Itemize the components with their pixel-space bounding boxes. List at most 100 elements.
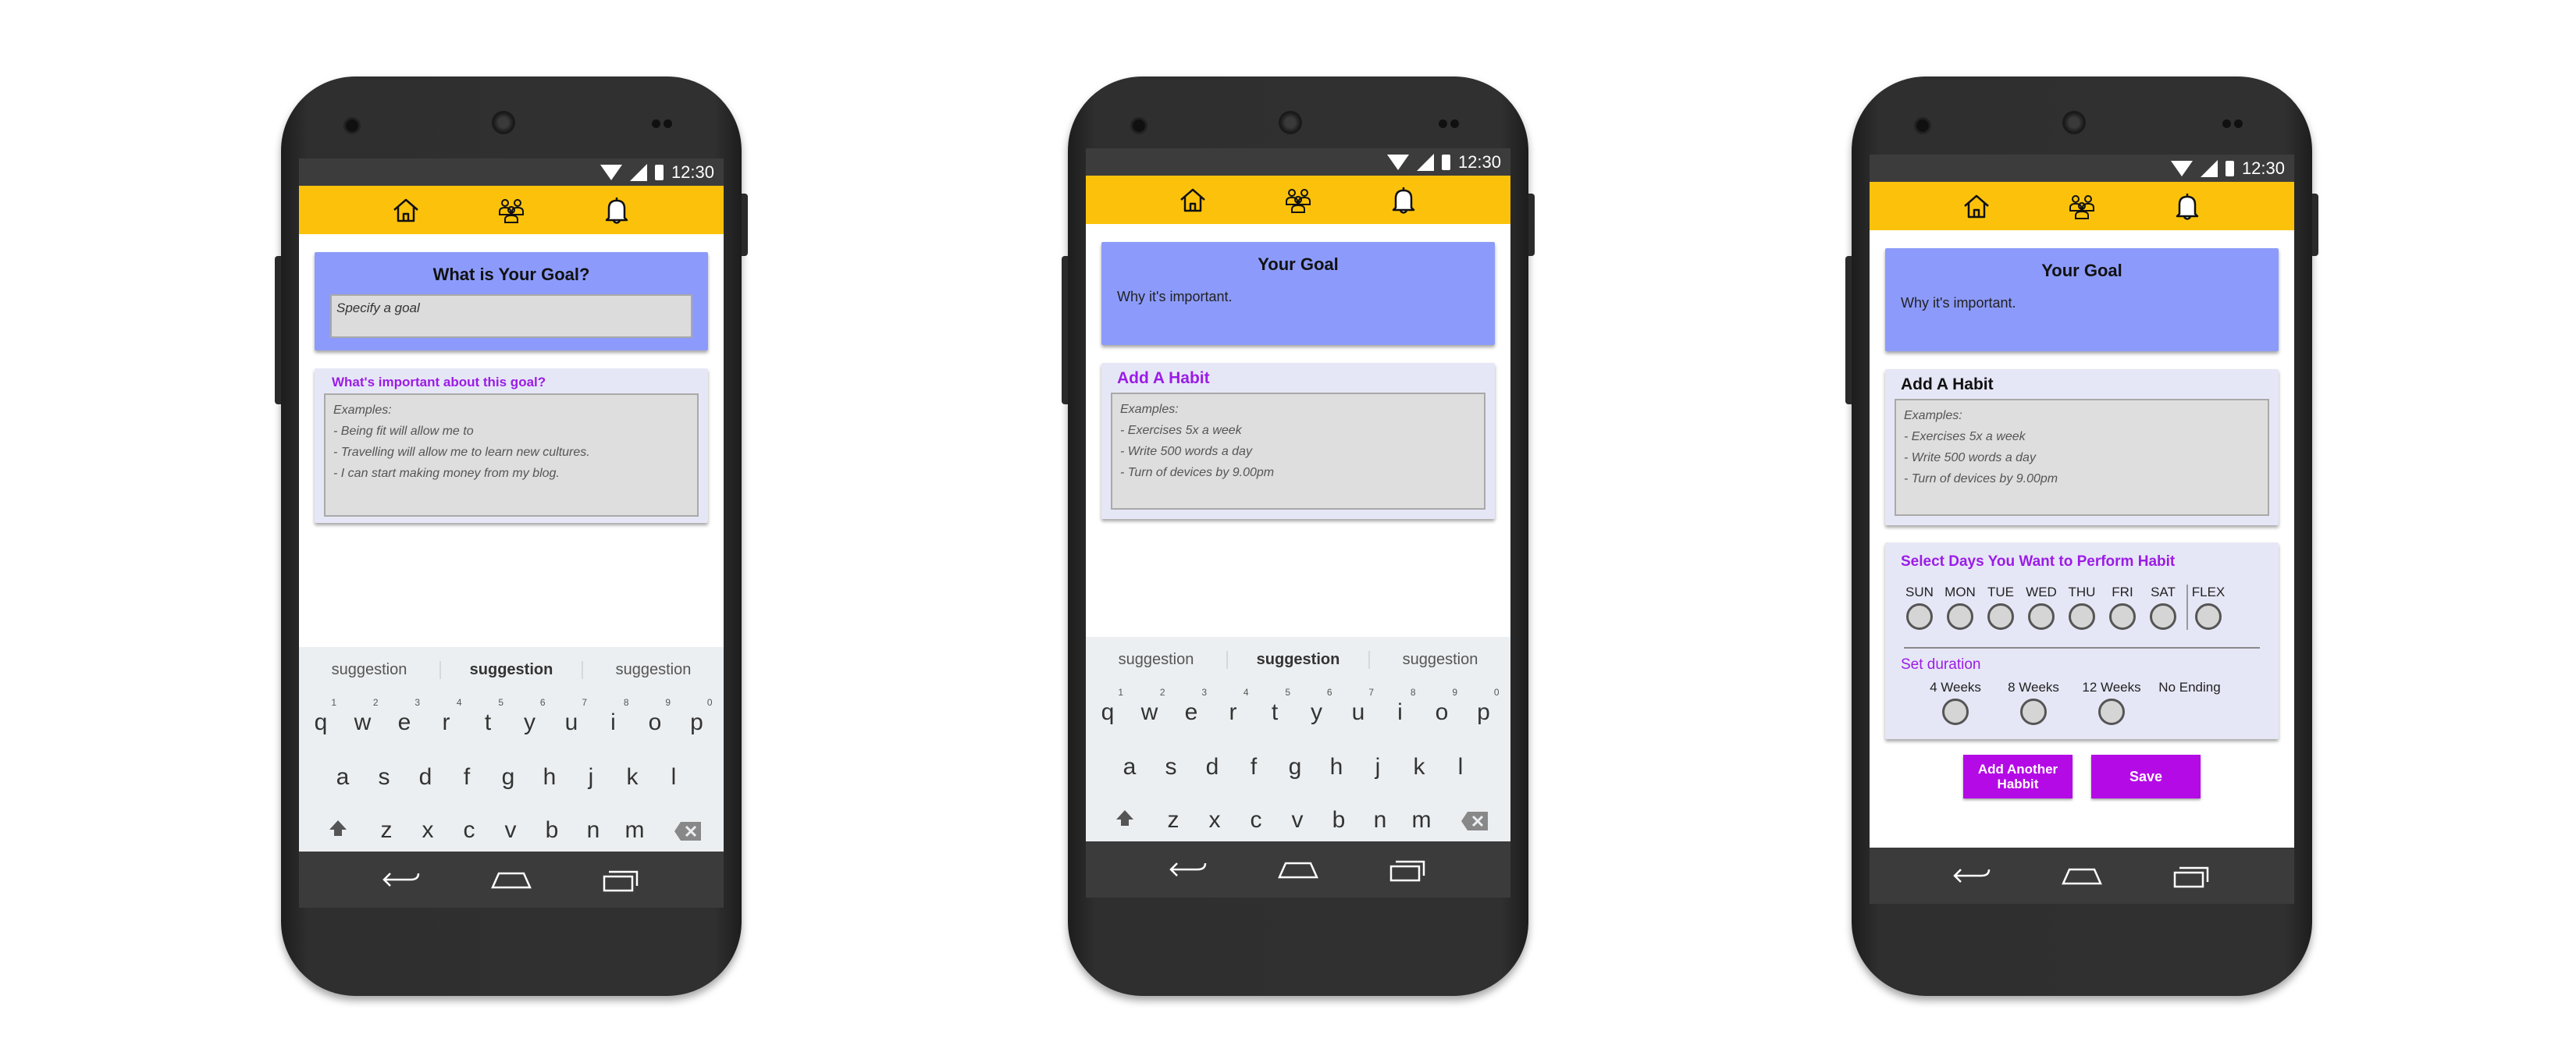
day-option-sun[interactable]: SUN bbox=[1902, 585, 1937, 630]
key-v[interactable]: v bbox=[495, 817, 526, 844]
day-radio[interactable] bbox=[1906, 603, 1933, 630]
key-q[interactable]: q1 bbox=[1092, 687, 1123, 726]
key-n[interactable]: n bbox=[1364, 807, 1396, 834]
key-h[interactable]: h bbox=[1321, 754, 1352, 781]
suggestion-right[interactable]: suggestion bbox=[583, 661, 724, 679]
duration-option-4-weeks[interactable]: 4 Weeks bbox=[1916, 680, 1994, 725]
people-group-icon[interactable] bbox=[1283, 184, 1314, 215]
home-icon[interactable] bbox=[1177, 184, 1208, 215]
suggestion-center[interactable]: suggestion bbox=[1226, 650, 1370, 669]
key-z[interactable]: z bbox=[1158, 807, 1189, 834]
key-o[interactable]: o9 bbox=[639, 697, 671, 736]
key-j[interactable]: j bbox=[1362, 754, 1393, 781]
key-y[interactable]: y6 bbox=[1301, 687, 1332, 726]
key-i[interactable]: i8 bbox=[1385, 687, 1415, 726]
key-m[interactable]: m bbox=[1406, 807, 1437, 834]
key-f[interactable]: f bbox=[451, 764, 482, 791]
backspace-icon[interactable] bbox=[672, 820, 703, 848]
key-l[interactable]: l bbox=[658, 764, 689, 791]
add-another-habit-button[interactable]: Add Another Habbit bbox=[1963, 755, 2073, 798]
save-button[interactable]: Save bbox=[2091, 755, 2201, 798]
people-group-icon[interactable] bbox=[2066, 190, 2097, 222]
day-option-tue[interactable]: TUE bbox=[1984, 585, 2018, 630]
duration-radio[interactable] bbox=[1942, 699, 1969, 725]
key-i[interactable]: i8 bbox=[598, 697, 628, 736]
day-radio[interactable] bbox=[2109, 603, 2136, 630]
key-e[interactable]: e3 bbox=[389, 697, 420, 736]
day-option-fri[interactable]: FRI bbox=[2105, 585, 2140, 630]
duration-option-8-weeks[interactable]: 8 Weeks bbox=[1994, 680, 2073, 725]
key-p[interactable]: p0 bbox=[1468, 687, 1499, 726]
back-icon[interactable] bbox=[379, 866, 423, 894]
back-icon[interactable] bbox=[1950, 862, 1994, 890]
home-nav-icon[interactable] bbox=[489, 866, 533, 894]
key-p[interactable]: p0 bbox=[681, 697, 712, 736]
key-k[interactable]: k bbox=[617, 764, 648, 791]
key-h[interactable]: h bbox=[534, 764, 565, 791]
goal-input[interactable]: Specify a goal bbox=[330, 294, 692, 338]
key-m[interactable]: m bbox=[619, 817, 650, 844]
key-e[interactable]: e3 bbox=[1176, 687, 1207, 726]
suggestion-left[interactable]: suggestion bbox=[1086, 651, 1226, 669]
duration-option-12-weeks[interactable]: 12 Weeks bbox=[2073, 680, 2151, 725]
day-radio[interactable] bbox=[2028, 603, 2055, 630]
day-option-sat[interactable]: SAT bbox=[2146, 585, 2180, 630]
day-option-flex[interactable]: FLEX bbox=[2186, 585, 2226, 630]
duration-radio[interactable] bbox=[2098, 699, 2125, 725]
suggestion-right[interactable]: suggestion bbox=[1370, 651, 1510, 669]
key-r[interactable]: r4 bbox=[431, 697, 462, 736]
key-g[interactable]: g bbox=[493, 764, 524, 791]
key-w[interactable]: w2 bbox=[1134, 687, 1165, 726]
key-t[interactable]: t5 bbox=[1259, 687, 1290, 726]
suggestion-center[interactable]: suggestion bbox=[439, 660, 583, 679]
habit-textarea[interactable]: Examples: - Exercises 5x a week - Write … bbox=[1895, 399, 2269, 516]
bell-icon[interactable] bbox=[601, 194, 632, 226]
bell-icon[interactable] bbox=[2172, 190, 2203, 222]
recents-icon[interactable] bbox=[2170, 862, 2214, 890]
home-nav-icon[interactable] bbox=[2060, 862, 2104, 890]
key-l[interactable]: l bbox=[1445, 754, 1476, 781]
key-z[interactable]: z bbox=[371, 817, 402, 844]
key-d[interactable]: d bbox=[410, 764, 441, 791]
day-radio[interactable] bbox=[2195, 603, 2222, 630]
day-radio[interactable] bbox=[2150, 603, 2176, 630]
day-option-wed[interactable]: WED bbox=[2024, 585, 2058, 630]
key-c[interactable]: c bbox=[1240, 807, 1272, 834]
recents-icon[interactable] bbox=[600, 866, 643, 894]
backspace-icon[interactable] bbox=[1459, 810, 1490, 838]
duration-option-no-ending[interactable]: No Ending bbox=[2151, 680, 2229, 725]
key-y[interactable]: y6 bbox=[514, 697, 546, 736]
key-k[interactable]: k bbox=[1404, 754, 1435, 781]
shift-icon[interactable] bbox=[1109, 807, 1140, 837]
bell-icon[interactable] bbox=[1388, 184, 1419, 215]
suggestion-left[interactable]: suggestion bbox=[299, 661, 439, 679]
day-radio[interactable] bbox=[2069, 603, 2095, 630]
shift-icon[interactable] bbox=[322, 817, 354, 847]
people-group-icon[interactable] bbox=[496, 194, 527, 226]
key-u[interactable]: u7 bbox=[1343, 687, 1374, 726]
home-icon[interactable] bbox=[1961, 190, 1992, 222]
habit-textarea[interactable]: Examples: - Exercises 5x a week - Write … bbox=[1111, 393, 1485, 510]
key-v[interactable]: v bbox=[1282, 807, 1313, 834]
key-b[interactable]: b bbox=[1323, 807, 1354, 834]
key-x[interactable]: x bbox=[1199, 807, 1230, 834]
home-nav-icon[interactable] bbox=[1276, 855, 1320, 884]
key-x[interactable]: x bbox=[412, 817, 443, 844]
key-j[interactable]: j bbox=[575, 764, 607, 791]
key-o[interactable]: o9 bbox=[1426, 687, 1457, 726]
key-t[interactable]: t5 bbox=[472, 697, 503, 736]
key-q[interactable]: q1 bbox=[305, 697, 336, 736]
key-n[interactable]: n bbox=[578, 817, 609, 844]
key-b[interactable]: b bbox=[536, 817, 568, 844]
key-s[interactable]: s bbox=[368, 764, 400, 791]
key-c[interactable]: c bbox=[454, 817, 485, 844]
day-option-thu[interactable]: THU bbox=[2065, 585, 2099, 630]
key-a[interactable]: a bbox=[1114, 754, 1145, 781]
recents-icon[interactable] bbox=[1386, 855, 1430, 884]
day-radio[interactable] bbox=[1947, 603, 1973, 630]
key-s[interactable]: s bbox=[1155, 754, 1187, 781]
home-icon[interactable] bbox=[390, 194, 422, 226]
importance-textarea[interactable]: Examples: - Being fit will allow me to -… bbox=[324, 393, 699, 517]
key-d[interactable]: d bbox=[1197, 754, 1228, 781]
duration-radio[interactable] bbox=[2020, 699, 2047, 725]
